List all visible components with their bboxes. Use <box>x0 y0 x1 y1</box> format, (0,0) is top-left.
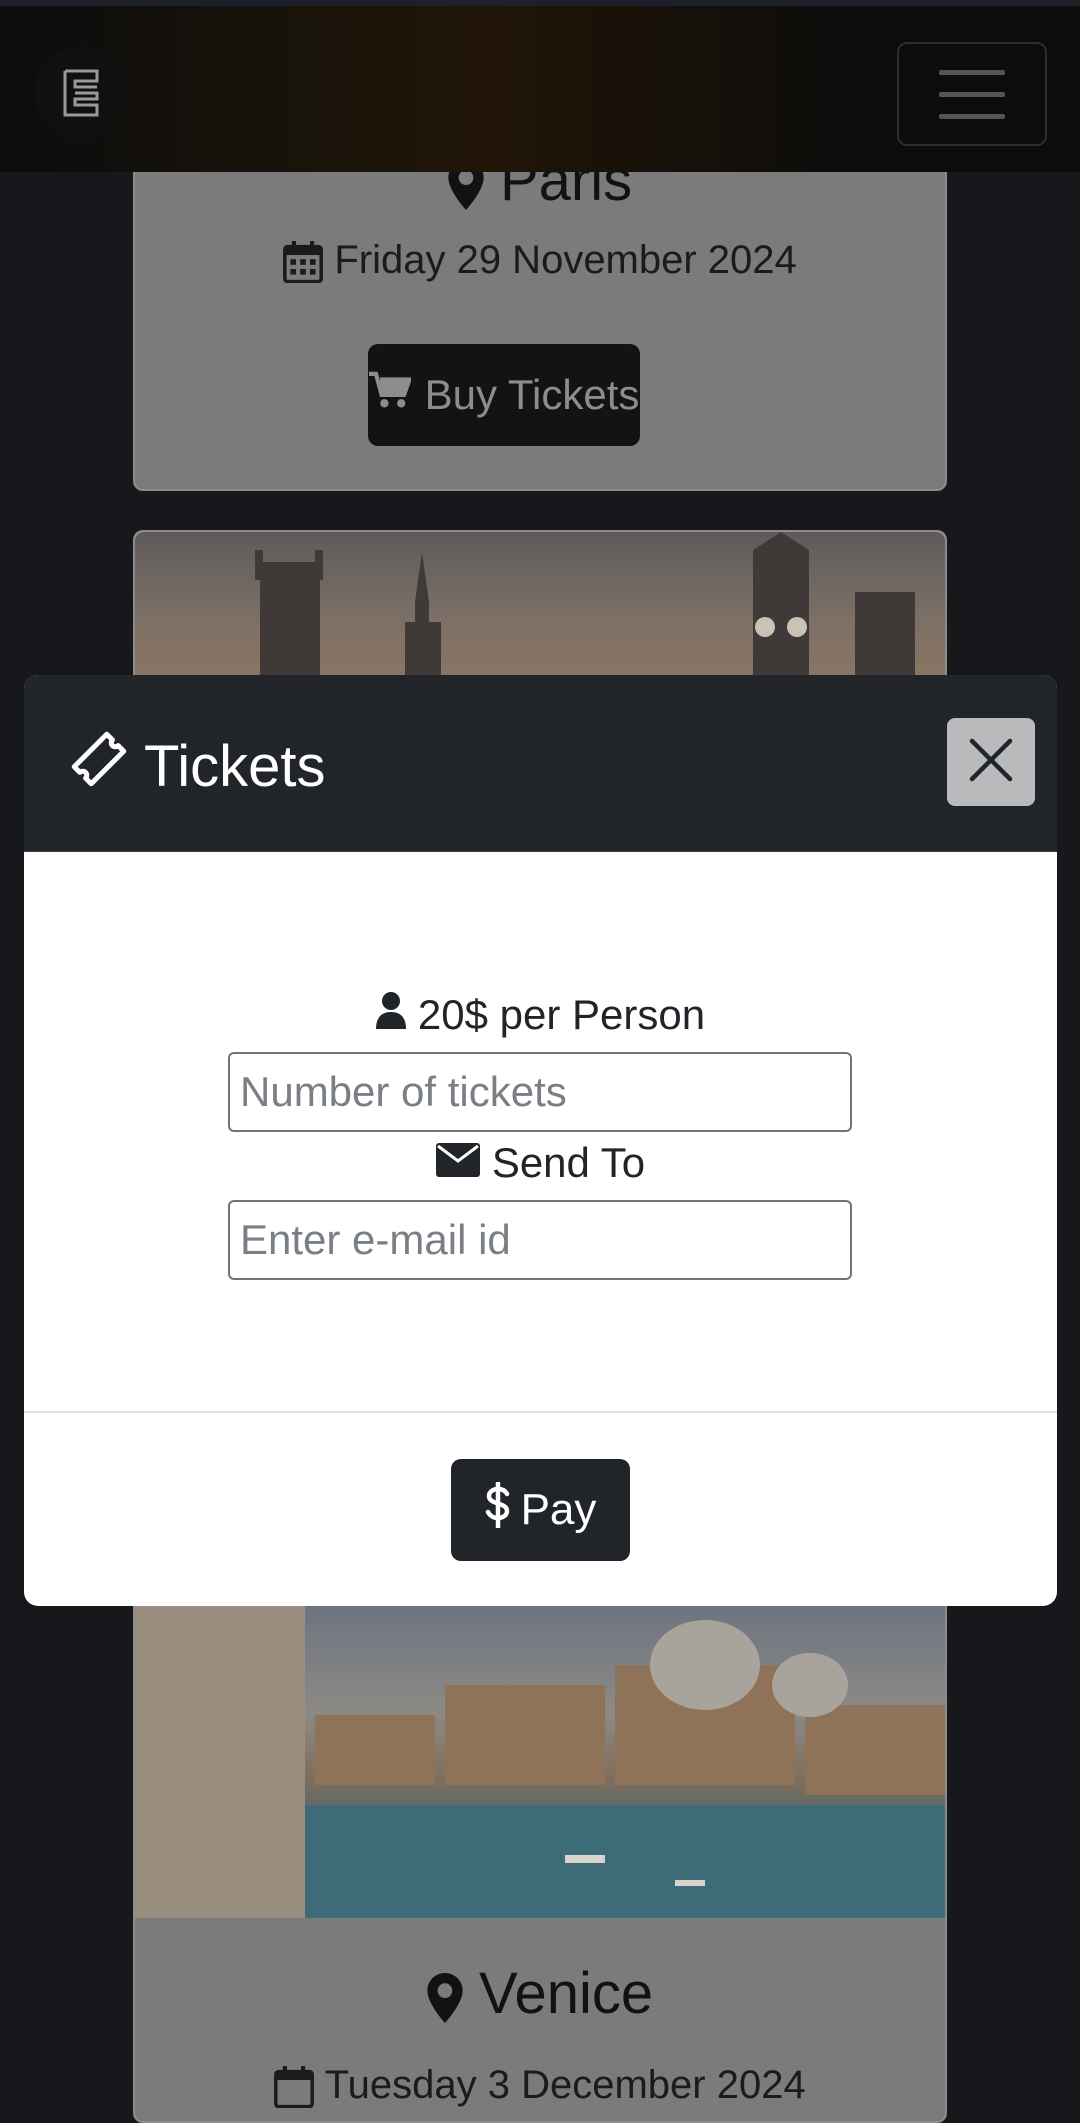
envelope-icon <box>435 1139 480 1187</box>
event-card-paris: Paris Friday 29 November 2024 Buy Ticket… <box>133 120 947 491</box>
event-image-london <box>135 532 945 682</box>
ticket-icon <box>70 730 128 802</box>
logo-icon[interactable] <box>34 46 128 140</box>
pay-button[interactable]: Pay <box>451 1459 630 1561</box>
event-card-venice: Venice Tuesday 3 December 2024 <box>133 1603 947 2123</box>
event-image-venice <box>135 1605 945 1918</box>
tickets-modal: Tickets 20$ per Person Send To Pay <box>24 675 1057 1606</box>
close-button[interactable] <box>947 718 1035 806</box>
event-date: Tuesday 3 December 2024 <box>135 2063 945 2109</box>
modal-footer-divider <box>24 1411 1057 1413</box>
calendar-icon <box>283 238 334 284</box>
calendar-icon <box>274 2063 324 2109</box>
send-to-label: Send To <box>24 1139 1057 1187</box>
buy-tickets-button[interactable]: Buy Tickets <box>368 344 640 446</box>
modal-header: Tickets <box>24 675 1057 852</box>
event-date: Friday 29 November 2024 <box>135 238 945 284</box>
modal-title: Tickets <box>70 730 326 802</box>
email-input[interactable] <box>228 1200 852 1280</box>
menu-icon[interactable] <box>897 42 1047 146</box>
event-city-title: Venice <box>135 1965 945 2023</box>
number-of-tickets-input[interactable] <box>228 1052 852 1132</box>
map-marker-icon <box>427 1961 479 2026</box>
price-label: 20$ per Person <box>24 991 1057 1039</box>
dollar-icon <box>485 1480 511 1539</box>
user-icon <box>375 991 406 1039</box>
cart-icon <box>368 371 413 419</box>
top-navbar <box>0 0 1080 172</box>
close-icon <box>968 737 1014 788</box>
